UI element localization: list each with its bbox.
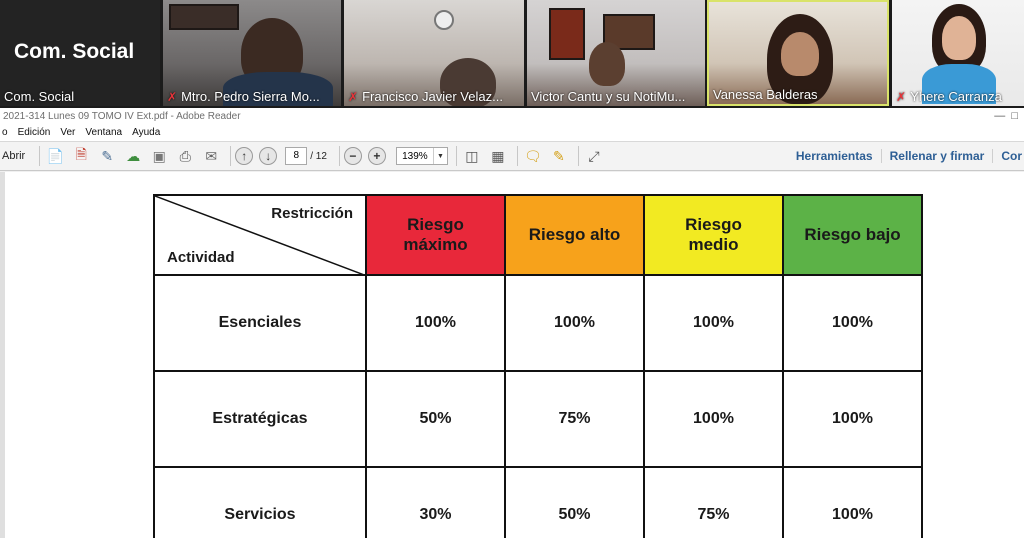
- wall-clock: [434, 10, 454, 30]
- save-icon[interactable]: ▣: [148, 146, 170, 166]
- table-cell: 50%: [504, 466, 645, 538]
- mic-off-icon: ✗: [167, 90, 178, 104]
- column-header-riesgo-bajo: Riesgo bajo: [782, 194, 923, 276]
- fill-and-sign-link[interactable]: Rellenar y firmar: [880, 149, 993, 163]
- menu-bar: o Edición Ver Ventana Ayuda: [0, 125, 1024, 141]
- pdf-page: Restricción Actividad Riesgo máximo Ries…: [5, 172, 1024, 538]
- right-tool-links: Herramientas Rellenar y firmar Cor: [788, 142, 1024, 170]
- participant-tile-pedro-sierra[interactable]: ✗ Mtro. Pedro Sierra Mo...: [163, 0, 341, 106]
- participant-name-label: ✗ Mtro. Pedro Sierra Mo...: [167, 89, 320, 104]
- menu-archivo[interactable]: o: [2, 125, 8, 141]
- comment-link[interactable]: Cor: [992, 149, 1024, 163]
- main-toolbar: Abrir 📄 🗎 ✎ ☁ ▣ ⎙ ✉ ↑ ↓ 8 / 12 − + 139% …: [0, 141, 1024, 171]
- open-button[interactable]: Abrir: [2, 146, 25, 166]
- participant-display-name: Com. Social: [14, 40, 135, 63]
- participant-video: [589, 42, 625, 86]
- row-label-servicios: Servicios: [153, 466, 367, 538]
- mic-off-icon: ✗: [348, 90, 359, 104]
- participant-name-label: Com. Social: [4, 89, 75, 104]
- export-pdf-icon[interactable]: 🗎: [70, 146, 92, 166]
- table-cell: 100%: [504, 274, 645, 372]
- participant-tile-com-social[interactable]: Com. Social Com. Social: [0, 0, 160, 106]
- column-header-riesgo-alto: Riesgo alto: [504, 194, 645, 276]
- zoom-select[interactable]: 139% ▼: [395, 147, 448, 165]
- row-label-estrategicas: Estratégicas: [153, 370, 367, 468]
- document-viewport[interactable]: Restricción Actividad Riesgo máximo Ries…: [0, 172, 1024, 538]
- corner-header-cell: Restricción Actividad: [153, 194, 367, 276]
- highlight-icon[interactable]: ✎: [548, 146, 570, 166]
- menu-ver[interactable]: Ver: [60, 125, 75, 141]
- toolbar-separator: [455, 146, 457, 166]
- table-cell: 100%: [782, 370, 923, 468]
- table-cell: 100%: [782, 466, 923, 538]
- fit-width-icon[interactable]: ▦: [487, 146, 509, 166]
- restriction-header-label: Restricción: [271, 205, 353, 222]
- table-cell: 100%: [643, 274, 784, 372]
- column-header-riesgo-maximo: Riesgo máximo: [365, 194, 506, 276]
- toolbar-separator: [577, 146, 579, 166]
- participant-name-label: ✗ Yhere Carranza: [896, 89, 1002, 104]
- row-label-esenciales: Esenciales: [153, 274, 367, 372]
- table-cell: 100%: [643, 370, 784, 468]
- print-icon[interactable]: ⎙: [174, 146, 196, 166]
- restriction-table: Restricción Actividad Riesgo máximo Ries…: [153, 194, 923, 538]
- previous-page-icon[interactable]: ↑: [235, 147, 254, 165]
- participant-tile-vanessa-balderas[interactable]: Vanessa Balderas: [707, 0, 889, 106]
- window-title: 2021-314 Lunes 09 TOMO IV Ext.pdf - Adob…: [3, 111, 241, 122]
- table-cell: 100%: [365, 274, 506, 372]
- table-cell: 30%: [365, 466, 506, 538]
- toolbar-separator: [516, 146, 518, 166]
- table-row: Esenciales 100% 100% 100% 100%: [153, 274, 923, 372]
- table-cell: 50%: [365, 370, 506, 468]
- participant-name-label: Vanessa Balderas: [713, 87, 818, 102]
- participant-tile-victor-cantu[interactable]: Victor Cantu y su NotiMu...: [527, 0, 705, 106]
- participant-name-label: ✗ Francisco Javier Velaz...: [348, 89, 503, 104]
- page-number-input[interactable]: 8: [285, 147, 308, 165]
- create-pdf-icon[interactable]: 📄: [44, 146, 66, 166]
- zoom-out-button[interactable]: −: [343, 147, 362, 165]
- table-cell: 75%: [504, 370, 645, 468]
- page-total-label: / 12: [310, 150, 327, 162]
- email-icon[interactable]: ✉: [200, 146, 222, 166]
- menu-ayuda[interactable]: Ayuda: [132, 125, 160, 141]
- wall-picture: [169, 4, 239, 30]
- fit-page-icon[interactable]: ◫: [461, 146, 483, 166]
- next-page-icon[interactable]: ↓: [259, 147, 278, 165]
- tools-link[interactable]: Herramientas: [788, 149, 881, 163]
- menu-edicion[interactable]: Edición: [18, 125, 51, 141]
- toolbar-separator: [39, 146, 41, 166]
- comment-icon[interactable]: 🗨: [522, 146, 544, 166]
- chevron-down-icon[interactable]: ▼: [432, 148, 447, 164]
- activity-header-label: Actividad: [167, 249, 235, 266]
- edit-icon[interactable]: ✎: [96, 146, 118, 166]
- window-controls[interactable]: — □: [994, 108, 1018, 125]
- menu-ventana[interactable]: Ventana: [85, 125, 122, 141]
- table-row: Servicios 30% 50% 75% 100%: [153, 466, 923, 538]
- fullscreen-icon[interactable]: ⤢: [583, 146, 605, 166]
- table-header-row: Restricción Actividad Riesgo máximo Ries…: [153, 194, 923, 276]
- table-cell: 100%: [782, 274, 923, 372]
- participant-tile-francisco-javier[interactable]: ✗ Francisco Javier Velaz...: [344, 0, 524, 106]
- mic-off-icon: ✗: [896, 90, 907, 104]
- adobe-reader-window: 2021-314 Lunes 09 TOMO IV Ext.pdf - Adob…: [0, 108, 1024, 538]
- column-header-riesgo-medio: Riesgo medio: [643, 194, 784, 276]
- zoom-in-button[interactable]: +: [367, 147, 386, 165]
- window-title-bar: 2021-314 Lunes 09 TOMO IV Ext.pdf - Adob…: [0, 108, 1024, 125]
- table-cell: 75%: [643, 466, 784, 538]
- toolbar-separator: [338, 146, 340, 166]
- upload-cloud-icon[interactable]: ☁: [122, 146, 144, 166]
- participant-tile-yhere-carranza[interactable]: ✗ Yhere Carranza: [892, 0, 1024, 106]
- wall-picture: [549, 8, 585, 60]
- table-row: Estratégicas 50% 75% 100% 100%: [153, 370, 923, 468]
- participant-name-label: Victor Cantu y su NotiMu...: [531, 89, 686, 104]
- toolbar-separator: [230, 146, 232, 166]
- video-call-strip: Com. Social Com. Social ✗ Mtro. Pedro Sie…: [0, 0, 1024, 108]
- zoom-value: 139%: [402, 150, 428, 162]
